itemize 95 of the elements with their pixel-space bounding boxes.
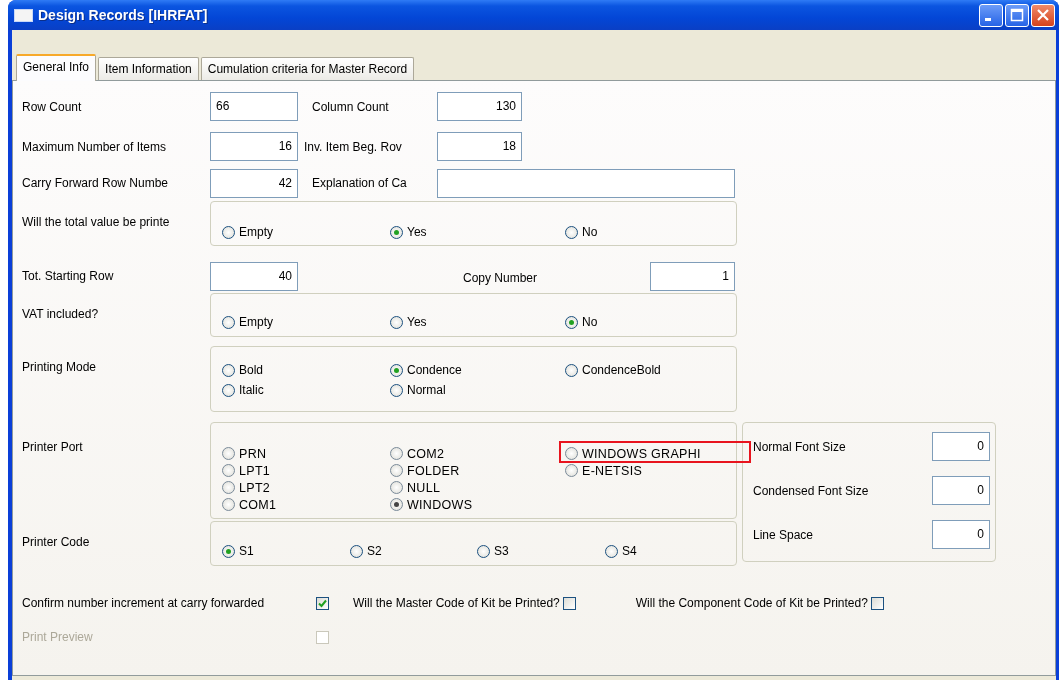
radio-button[interactable] <box>565 363 578 377</box>
text-field[interactable]: 42 <box>210 168 298 198</box>
field-label: Printer Port <box>22 439 84 454</box>
radio-label: Bold <box>239 363 264 377</box>
radio-label: COM2 <box>407 446 445 461</box>
text-field[interactable]: 18 <box>437 132 522 161</box>
radio-button[interactable] <box>565 447 578 460</box>
radio-button[interactable] <box>605 544 618 558</box>
radio-label: LPT1 <box>239 463 271 478</box>
field-label: Copy Number <box>463 270 539 285</box>
text-field[interactable]: 130 <box>437 92 522 121</box>
radio-button[interactable] <box>565 225 578 239</box>
radio-label: WINDOWS <box>407 497 473 512</box>
radio-button[interactable] <box>222 481 235 494</box>
field-label: Maximum Number of Items <box>22 139 168 154</box>
field-label: Carry Forward Row Numbe <box>22 176 170 190</box>
field-label: Printing Mode <box>22 359 98 374</box>
radio-button[interactable] <box>565 315 578 329</box>
tab[interactable]: General Info <box>16 54 97 81</box>
field-label: Tot. Starting Row <box>22 269 115 283</box>
radio-label: NULL <box>407 480 441 495</box>
radio-label: Italic <box>239 383 264 397</box>
field-label: Explanation of Ca <box>312 176 408 190</box>
checkbox[interactable] <box>870 596 884 610</box>
radio-label: Yes <box>407 315 427 329</box>
radio-label: No <box>582 225 598 239</box>
tab[interactable]: Item Information <box>98 57 199 80</box>
radio-button[interactable] <box>390 315 403 329</box>
radio-label: PRN <box>239 446 267 461</box>
radio-button[interactable] <box>477 544 490 558</box>
close-icon <box>1036 8 1050 22</box>
radio-label: COM1 <box>239 497 277 512</box>
radio-label: Condence <box>407 363 462 377</box>
text-field[interactable]: 1 <box>650 261 735 291</box>
radio-label: S2 <box>367 544 382 558</box>
tab[interactable]: Cumulation criteria for Master Record <box>200 57 415 80</box>
radio-label: S4 <box>622 544 637 558</box>
radio-label: Empty <box>239 315 273 329</box>
window-icon <box>14 8 33 22</box>
field-label: Line Space <box>753 527 815 542</box>
radio-label: Empty <box>239 225 273 239</box>
radio-button[interactable] <box>222 363 235 377</box>
radio-button[interactable] <box>390 447 403 460</box>
field-label: Printer Code <box>22 534 91 549</box>
field-label: Inv. Item Beg. Rov <box>304 139 403 154</box>
field-label: Condensed Font Size <box>753 483 870 498</box>
maximize-icon <box>1010 8 1024 22</box>
text-field[interactable]: 40 <box>210 261 298 291</box>
text-field[interactable]: 16 <box>210 132 298 161</box>
checkbox-label: Confirm number increment at carry forwarded <box>22 596 266 610</box>
radio-label: S1 <box>239 544 254 558</box>
radio-label: Normal <box>407 383 446 397</box>
radio-label: FOLDER <box>407 463 460 478</box>
radio-button[interactable] <box>222 447 235 460</box>
field-label: Column Count <box>312 99 390 114</box>
checkbox-label: Will the Component Code of Kit be Printed? <box>635 596 868 610</box>
radio-button[interactable] <box>390 225 403 239</box>
maximize-button[interactable] <box>1005 3 1029 27</box>
radio-label: WINDOWS GRAPHI <box>582 446 701 461</box>
field-label: Normal Font Size <box>753 439 847 454</box>
radio-button[interactable] <box>222 383 235 397</box>
radio-label: No <box>582 315 598 329</box>
field-label: VAT included? <box>22 306 100 321</box>
radio-button[interactable] <box>390 498 403 511</box>
radio-button[interactable] <box>350 544 363 558</box>
radio-label: CondenceBold <box>582 363 661 377</box>
radio-button[interactable] <box>222 544 235 558</box>
radio-label: LPT2 <box>239 480 271 495</box>
text-field[interactable]: 0 <box>932 432 990 461</box>
radio-button[interactable] <box>390 363 403 377</box>
radio-label: E-NETSIS <box>582 463 643 478</box>
text-field[interactable]: 0 <box>932 520 990 549</box>
radio-button[interactable] <box>565 464 578 477</box>
text-field[interactable]: 66 <box>210 92 298 121</box>
text-field[interactable]: 0 <box>932 476 990 505</box>
text-field[interactable] <box>437 168 735 198</box>
radio-button[interactable] <box>222 315 235 329</box>
radio-button[interactable] <box>222 225 235 239</box>
close-button[interactable] <box>1031 3 1055 27</box>
field-label: Row Count <box>22 99 83 114</box>
window-title: Design Records [IHRFAT] <box>38 7 209 23</box>
minimize-button[interactable] <box>979 3 1003 27</box>
checkbox-label: Print Preview <box>22 630 94 644</box>
radio-button[interactable] <box>222 498 235 511</box>
minimize-icon <box>985 17 991 21</box>
radio-button[interactable] <box>390 481 403 494</box>
radio-button[interactable] <box>222 464 235 477</box>
field-label: Will the total value be printe <box>22 214 171 229</box>
radio-label: Yes <box>407 225 427 239</box>
checkbox[interactable] <box>316 596 329 610</box>
radio-button[interactable] <box>390 464 403 477</box>
checkbox[interactable] <box>562 596 576 610</box>
radio-label: S3 <box>494 544 509 558</box>
checkbox-label: Will the Master Code of Kit be Printed? <box>353 596 560 610</box>
radio-button[interactable] <box>390 383 403 397</box>
